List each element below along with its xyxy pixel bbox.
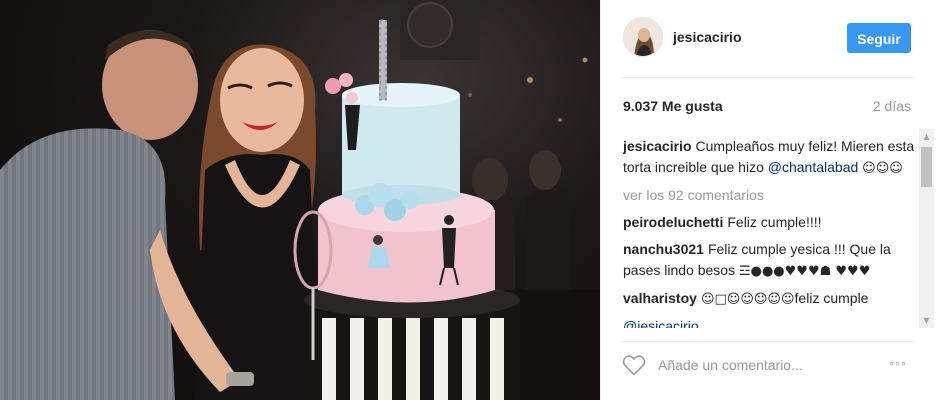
post-photo[interactable] [0,0,600,400]
comment-emoji: ☺□☺☺☺☺☺ [700,292,795,307]
comment-mention[interactable]: @jesicacirio [623,318,699,328]
header-divider [621,77,916,78]
comment-text: Feliz cumple!!!! [727,214,822,230]
like-count[interactable]: 9.037 Me gusta [623,98,723,114]
footer-divider [621,341,916,342]
comments-scrollbar[interactable]: ▲ ▼ [919,129,934,328]
caption: jesicacirio Cumpleaños muy feliz! Mieren … [623,136,915,179]
post-author-username[interactable]: jesicacirio [673,29,742,45]
scroll-down-arrow-icon[interactable]: ▼ [919,313,934,328]
caption-emoji: ☺☺☺ [862,161,903,176]
comment-text: feliz cumple [794,290,869,306]
caption-mention[interactable]: @chantalabad [768,159,859,175]
caption-author[interactable]: jesicacirio [623,138,692,154]
comment-author[interactable]: valharistoy [623,290,697,306]
scroll-up-arrow-icon[interactable]: ▲ [919,129,934,144]
view-all-comments-link[interactable]: ver los 92 comentarios [623,185,915,206]
post-header: jesicacirio Seguir [601,0,937,76]
post-timestamp[interactable]: 2 días [873,98,911,114]
comment-input[interactable] [658,356,868,374]
list-item: valharistoy ☺□☺☺☺☺☺feliz cumple [623,288,915,310]
avatar[interactable] [623,17,663,57]
scroll-thumb[interactable] [921,147,932,187]
avatar-image [624,18,662,56]
list-item: @jesicacirio [623,316,915,328]
ellipsis-icon: ◦◦◦ [889,355,907,371]
photo-illustration [0,0,600,400]
more-options-button[interactable]: ◦◦◦ [884,355,912,372]
follow-button[interactable]: Seguir [847,23,911,53]
list-item: nanchu3021 Feliz cumple yesica !!! Que la… [623,239,915,282]
comment-emoji: ☲●●●♥♥♥☗ ♥♥♥ [738,264,871,279]
heart-icon[interactable] [622,354,646,376]
comment-author[interactable]: nanchu3021 [623,241,704,257]
comment-list: jesicacirio Cumpleaños muy feliz! Mieren … [623,136,915,328]
list-item: peirodeluchetti Feliz cumple!!!! [623,212,915,233]
comment-author[interactable]: peirodeluchetti [623,214,723,230]
